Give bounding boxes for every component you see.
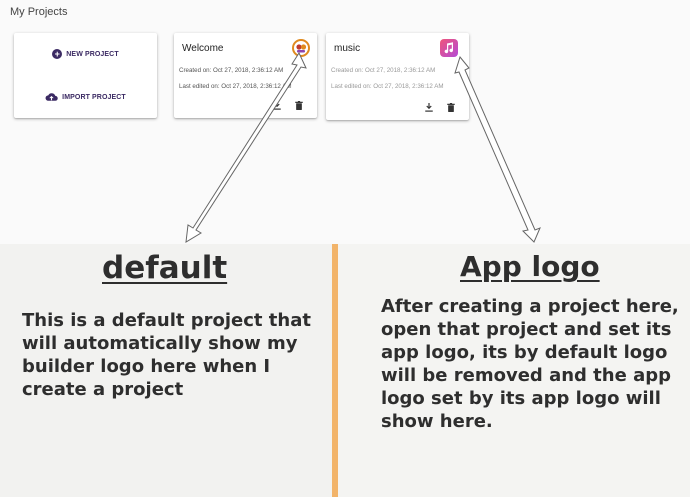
download-icon[interactable] — [425, 103, 433, 112]
delete-icon[interactable] — [295, 101, 303, 110]
project-name: music — [334, 43, 361, 54]
edited-date: Last edited on: Oct 27, 2018, 2:36:12 AM — [331, 83, 444, 90]
edited-date: Last edited on: Oct 27, 2018, 2:36:12 AM — [179, 83, 292, 90]
default-heading: default — [102, 250, 228, 286]
app-logo-description: After creating a project here, open that… — [381, 296, 679, 432]
page-title: My Projects — [10, 6, 68, 18]
projects-panel: My Projects + NEW PROJECT IMPORT PROJECT… — [0, 0, 690, 244]
default-description: This is a default project that will auto… — [22, 310, 311, 400]
new-project-button[interactable]: + NEW PROJECT — [14, 49, 157, 59]
created-date: Created on: Oct 27, 2018, 2:36:12 AM — [179, 67, 284, 74]
project-tools — [425, 103, 455, 112]
new-project-card: + NEW PROJECT IMPORT PROJECT — [14, 33, 157, 118]
plus-icon: + — [52, 49, 63, 59]
download-icon[interactable] — [273, 101, 281, 110]
import-project-label: IMPORT PROJECT — [62, 93, 126, 101]
music-app-logo-icon — [440, 39, 458, 57]
import-project-button[interactable]: IMPORT PROJECT — [14, 92, 157, 102]
new-project-label: NEW PROJECT — [66, 50, 119, 58]
project-tools — [273, 101, 303, 110]
builder-default-logo-icon — [292, 39, 310, 57]
created-date: Created on: Oct 27, 2018, 2:36:12 AM — [331, 67, 436, 74]
delete-icon[interactable] — [447, 103, 455, 112]
project-name: Welcome — [182, 43, 224, 54]
project-card-music[interactable]: music Created on: Oct 27, 2018, 2:36:12 … — [326, 33, 469, 120]
app-logo-heading: App logo — [460, 250, 600, 283]
project-card-welcome[interactable]: Welcome Created on: Oct 27, 2018, 2:36:1… — [174, 33, 317, 118]
cloud-upload-icon — [45, 93, 58, 101]
